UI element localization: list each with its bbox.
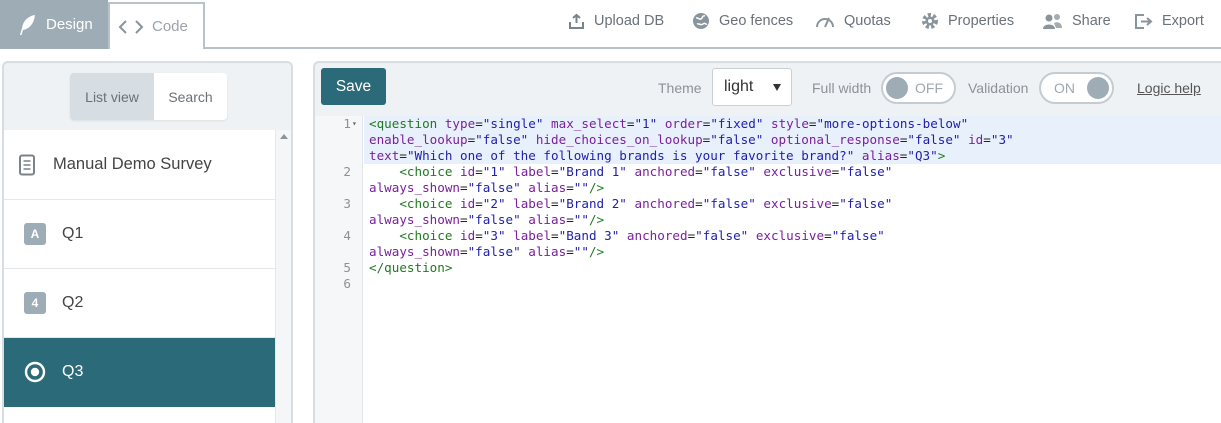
code-line[interactable]: 5 </question> <box>343 260 1221 276</box>
code-mode-tab[interactable]: Code <box>108 2 205 49</box>
quotas-label: Quotas <box>844 13 891 29</box>
code-text: <choice id="3" label="Band 3" anchored="… <box>399 228 885 243</box>
toggle-knob <box>1087 77 1109 99</box>
survey-title-label: Manual Demo Survey <box>53 155 212 173</box>
code-line[interactable]: 3 <choice id="2" label="Brand 2" anchore… <box>343 196 1221 212</box>
upload-db-button[interactable]: Upload DB <box>568 10 664 32</box>
line-number: 5 <box>343 260 351 275</box>
full-width-toggle[interactable]: OFF <box>881 72 956 104</box>
question-item-q2[interactable]: 4 Q2 <box>4 269 275 338</box>
code-line[interactable]: 4 <choice id="3" label="Band 3" anchored… <box>343 228 1221 244</box>
view-toggle: List view Search <box>70 73 227 120</box>
text-question-icon: A <box>24 223 46 245</box>
scroll-up-arrow-icon[interactable] <box>280 134 288 139</box>
code-line[interactable]: text="Which one of the following brands … <box>364 148 1221 164</box>
design-mode-label: Design <box>46 16 93 33</box>
code-line[interactable]: always_shown="false" alias=""/> <box>364 212 1221 228</box>
question-item-q1[interactable]: A Q1 <box>4 200 275 269</box>
survey-title-item[interactable]: Manual Demo Survey <box>4 130 275 200</box>
geo-fences-label: Geo fences <box>719 13 794 29</box>
question-item-q3[interactable]: Q3 <box>4 338 275 407</box>
gear-icon <box>922 13 938 29</box>
question-list-scrollbar[interactable] <box>275 130 291 423</box>
users-icon <box>1043 13 1062 29</box>
chevron-down-icon <box>773 84 781 91</box>
export-label: Export <box>1162 13 1204 29</box>
code-editor-panel: Save Theme light Full width OFF Validati… <box>313 61 1221 423</box>
properties-label: Properties <box>948 13 1015 29</box>
globe-icon <box>693 13 709 29</box>
code-text: text="Which one of the following brands … <box>369 148 946 163</box>
line-number: 2 <box>343 164 351 179</box>
code-line[interactable]: always_shown="false" alias=""/> <box>364 180 1221 196</box>
number-question-icon: 4 <box>24 292 46 314</box>
design-mode-tab[interactable]: Design <box>0 0 108 49</box>
geo-fences-button[interactable]: Geo fences <box>692 10 793 32</box>
code-text: <choice id="1" label="Brand 1" anchored=… <box>399 164 893 179</box>
logic-help-link[interactable]: Logic help <box>1137 80 1201 96</box>
share-label: Share <box>1072 13 1111 29</box>
code-line[interactable]: enable_lookup="false" hide_choices_on_lo… <box>364 132 1221 148</box>
full-width-label: Full width <box>812 80 872 96</box>
line-number: 6 <box>343 276 351 291</box>
share-button[interactable]: Share <box>1042 10 1111 32</box>
code-line[interactable]: always_shown="false" alias=""/> <box>364 244 1221 260</box>
code-text-area[interactable]: 1 ▾ <question type="single" max_select="1"… <box>343 116 1221 423</box>
properties-button[interactable]: Properties <box>921 10 1014 32</box>
line-number: 4 <box>343 228 351 243</box>
code-text: always_shown="false" alias=""/> <box>369 212 605 227</box>
code-text: always_shown="false" alias=""/> <box>369 180 605 195</box>
code-editor[interactable]: 1 ▾ <question type="single" max_select="1"… <box>315 116 1221 423</box>
code-text: <choice id="2" label="Brand 2" anchored=… <box>399 196 893 211</box>
line-number: 3 <box>343 196 351 211</box>
theme-label: Theme <box>658 80 702 96</box>
save-button[interactable]: Save <box>321 68 386 105</box>
theme-select[interactable]: light <box>712 68 792 106</box>
code-text: <question type="single" max_select="1" o… <box>369 116 969 131</box>
question-label: Q2 <box>62 294 84 311</box>
code-line[interactable]: 2 <choice id="1" label="Brand 1" anchore… <box>343 164 1221 180</box>
validation-toggle[interactable]: ON <box>1039 72 1114 104</box>
code-mode-label: Code <box>152 18 188 35</box>
code-text: enable_lookup="false" hide_choices_on_lo… <box>369 132 1014 147</box>
list-view-button[interactable]: List view <box>70 73 154 120</box>
validation-state: ON <box>1054 80 1075 96</box>
radio-question-icon <box>24 361 46 383</box>
fold-toggle-icon[interactable]: ▾ <box>352 116 357 132</box>
top-bar: Design Code Upload DB Geo fences Quotas <box>0 0 1221 49</box>
question-label: Q3 <box>62 363 84 380</box>
topbar-divider <box>204 47 1221 49</box>
export-icon <box>1135 13 1153 29</box>
code-line[interactable]: 1 ▾ <question type="single" max_select="1"… <box>343 116 1221 132</box>
full-width-state: OFF <box>915 80 943 96</box>
search-view-button[interactable]: Search <box>154 73 227 120</box>
question-label: Q1 <box>62 225 84 242</box>
question-list: Manual Demo Survey A Q1 4 Q2 Q3 <box>4 130 275 423</box>
code-text: always_shown="false" alias=""/> <box>369 244 605 259</box>
code-brackets-icon <box>118 19 144 34</box>
quotas-button[interactable]: Quotas <box>815 10 891 32</box>
feather-icon <box>20 14 35 35</box>
gauge-icon <box>816 17 834 28</box>
code-text: </question> <box>369 260 453 275</box>
line-number: 1 <box>343 116 351 131</box>
document-icon <box>17 154 37 176</box>
validation-label: Validation <box>968 80 1029 96</box>
toggle-knob <box>886 77 908 99</box>
export-button[interactable]: Export <box>1134 10 1204 32</box>
question-list-panel: List view Search Manual Demo Survey A Q1… <box>2 61 293 423</box>
code-line[interactable]: 6 <box>343 276 1221 292</box>
theme-value: light <box>724 78 754 95</box>
upload-icon <box>569 13 584 29</box>
upload-db-label: Upload DB <box>594 13 665 29</box>
